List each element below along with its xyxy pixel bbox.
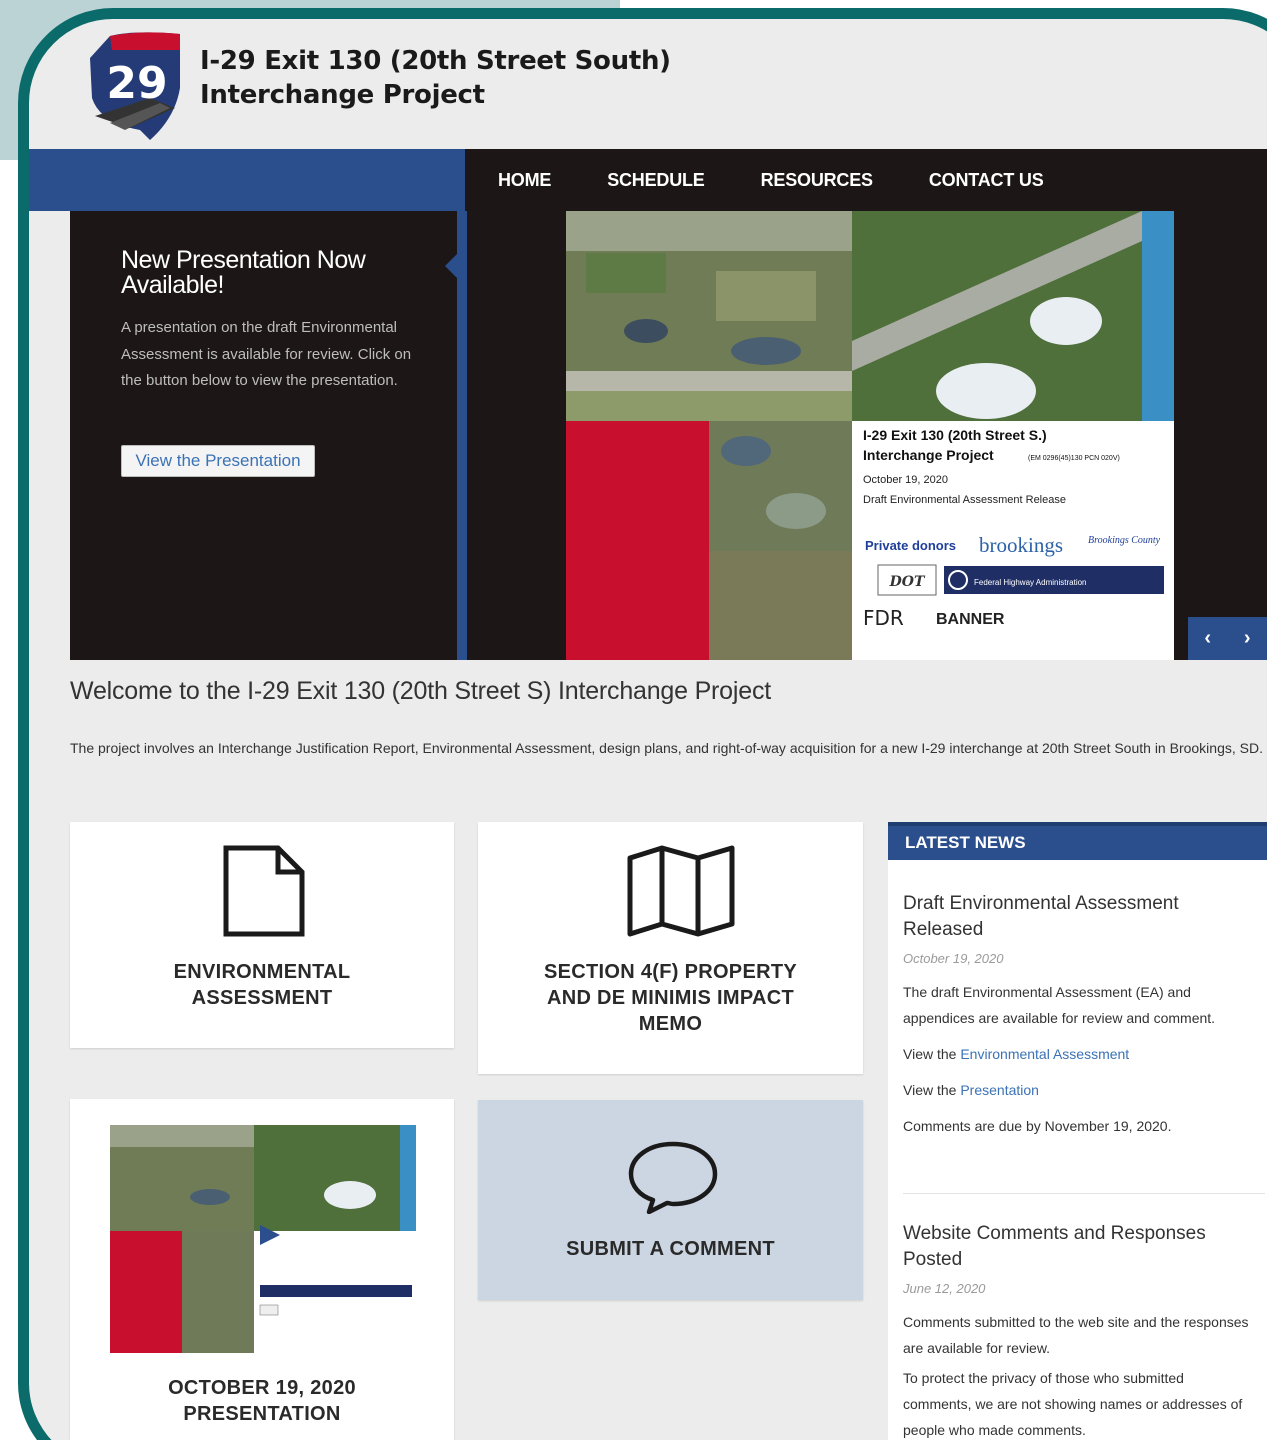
- section-4f-label-line2: AND DE MINIMIS IMPACT: [546, 987, 795, 1009]
- news-body-2: To protect the privacy of those who subm…: [903, 1370, 1243, 1438]
- view-prefix: View the: [903, 1082, 961, 1098]
- carousel-slide[interactable]: I-29 Exit 130 (20th Street S.) Interchan…: [566, 211, 1174, 660]
- section-4f-label-line3: MEMO: [638, 1013, 703, 1035]
- news-body: The draft Environmental Assessment (EA) …: [903, 984, 1216, 1026]
- slide-brookings-logo: brookings: [979, 533, 1063, 557]
- news-title[interactable]: Draft Environmental Assessment Released: [903, 891, 1253, 943]
- slide-title-line1: I-29 Exit 130 (20th Street S.): [863, 427, 1047, 443]
- news-title[interactable]: Website Comments and Responses Posted: [903, 1221, 1253, 1273]
- news-body: Comments submitted to the web site and t…: [903, 1314, 1249, 1356]
- slide-title-line2: Interchange Project: [863, 447, 994, 463]
- welcome-title: Welcome to the I-29 Exit 130 (20th Stree…: [70, 677, 771, 705]
- presentation-label-line1: OCTOBER 19, 2020: [168, 1377, 356, 1399]
- environmental-assessment-link[interactable]: Environmental Assessment: [960, 1046, 1129, 1062]
- news-divider: [903, 1193, 1265, 1194]
- news-item: Draft Environmental Assessment Released …: [903, 891, 1253, 1139]
- section-4f-card[interactable]: SECTION 4(F) PROPERTY AND DE MINIMIS IMP…: [478, 822, 863, 1074]
- hero-divider: [457, 211, 467, 660]
- carousel-next-icon[interactable]: ›: [1228, 617, 1267, 660]
- browser-frame: 29 I-29 Exit 130 (20th Street South) Int…: [18, 8, 1267, 1440]
- slide-date: October 19, 2020: [863, 474, 948, 486]
- nav-bar-left: [29, 149, 465, 211]
- view-presentation-button[interactable]: View the Presentation: [121, 445, 315, 477]
- nav-resources[interactable]: RESOURCES: [761, 170, 873, 191]
- submit-comment-card[interactable]: SUBMIT A COMMENT: [478, 1100, 863, 1300]
- latest-news-header: LATEST NEWS: [888, 822, 1267, 860]
- document-icon: [223, 845, 305, 937]
- site-title-line1: I-29 Exit 130 (20th Street South): [200, 46, 671, 76]
- carousel-prev-icon[interactable]: ‹: [1188, 617, 1228, 660]
- hero-heading: New Presentation Now Available!: [121, 246, 366, 299]
- speech-bubble-icon: [628, 1141, 718, 1214]
- slide-banner-logo: BANNER: [936, 611, 1005, 628]
- site-title-line2: Interchange Project: [200, 80, 485, 110]
- map-icon: [627, 845, 735, 937]
- presentation-link[interactable]: Presentation: [960, 1082, 1039, 1098]
- environmental-label-line2: ASSESSMENT: [191, 987, 333, 1009]
- carousel-controls: ‹ ›: [1188, 617, 1267, 660]
- news-due-text: Comments are due by November 19, 2020.: [903, 1118, 1172, 1134]
- slide-fhwa-logo: Federal Highway Administration: [974, 578, 1087, 587]
- slide-subtitle: Draft Environmental Assessment Release: [863, 494, 1066, 506]
- slide-aerial-image: I-29 Exit 130 (20th Street S.) Interchan…: [566, 211, 1174, 660]
- news-link-line: View the Environmental Assessment: [903, 1041, 1253, 1067]
- nav-contact-us[interactable]: CONTACT US: [929, 170, 1044, 191]
- environmental-label-line1: ENVIRONMENTAL: [173, 961, 351, 983]
- hero-pointer-icon: [445, 254, 457, 278]
- slide-county-logo: Brookings County: [1088, 535, 1161, 546]
- main-nav: HOME SCHEDULE RESOURCES CONTACT US: [498, 170, 1100, 191]
- presentation-card[interactable]: OCTOBER 19, 2020 PRESENTATION: [70, 1099, 454, 1440]
- slide-dot-logo: DOT: [889, 574, 926, 590]
- welcome-text: The project involves an Interchange Just…: [70, 740, 1263, 756]
- slide-private-donors: Private donors: [865, 538, 956, 553]
- news-item: Website Comments and Responses Posted Ju…: [903, 1221, 1253, 1440]
- site-title[interactable]: I-29 Exit 130 (20th Street South) Interc…: [200, 44, 671, 112]
- slide-title-code: (EM 0296(45)130 PCN 020V): [1028, 455, 1120, 462]
- news-date: June 12, 2020: [903, 1281, 986, 1296]
- slide-hdr-logo: FDR: [863, 606, 904, 630]
- news-link-line: View the Presentation: [903, 1077, 1253, 1103]
- presentation-thumbnail: [110, 1125, 416, 1353]
- environmental-assessment-card[interactable]: ENVIRONMENTAL ASSESSMENT: [70, 822, 454, 1048]
- i29-shield-logo[interactable]: 29: [80, 28, 185, 143]
- nav-schedule[interactable]: SCHEDULE: [607, 170, 705, 191]
- presentation-label-line2: PRESENTATION: [183, 1403, 341, 1425]
- news-date: October 19, 2020: [903, 951, 1004, 966]
- section-4f-label-line1: SECTION 4(F) PROPERTY: [544, 961, 797, 983]
- shield-number: 29: [106, 58, 167, 109]
- hero-text: A presentation on the draft Environmenta…: [121, 319, 412, 389]
- submit-comment-label: SUBMIT A COMMENT: [566, 1238, 775, 1260]
- nav-home[interactable]: HOME: [498, 170, 551, 191]
- view-prefix: View the: [903, 1046, 961, 1062]
